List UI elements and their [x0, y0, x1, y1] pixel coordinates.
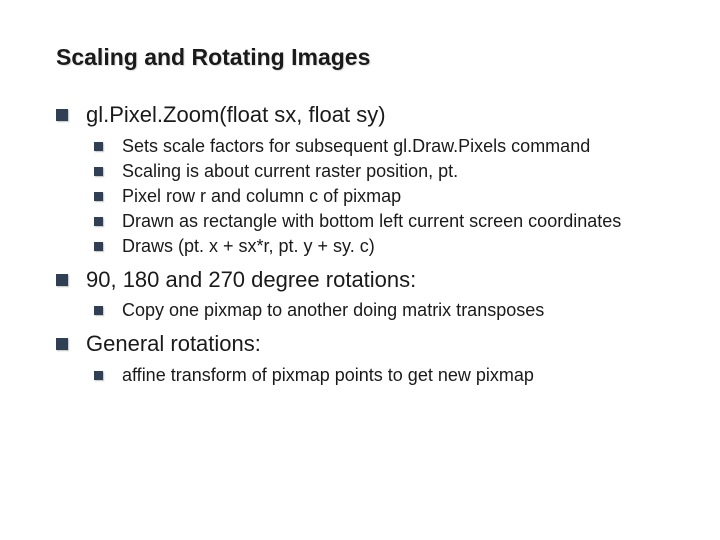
list-item: affine transform of pixmap points to get…: [94, 364, 680, 387]
sub-list: Copy one pixmap to another doing matrix …: [86, 299, 680, 322]
sub-list: Sets scale factors for subsequent gl.Dra…: [86, 135, 680, 258]
list-item-text: Pixel row r and column c of pixmap: [122, 186, 401, 206]
list-item: Copy one pixmap to another doing matrix …: [94, 299, 680, 322]
list-item-text: Scaling is about current raster position…: [122, 161, 458, 181]
list-item-text: gl.Pixel.Zoom(float sx, float sy): [86, 102, 386, 127]
list-item: gl.Pixel.Zoom(float sx, float sy) Sets s…: [56, 101, 680, 258]
list-item-text: Copy one pixmap to another doing matrix …: [122, 300, 544, 320]
list-item: 90, 180 and 270 degree rotations: Copy o…: [56, 266, 680, 323]
sub-list: affine transform of pixmap points to get…: [86, 364, 680, 387]
list-item-text: Drawn as rectangle with bottom left curr…: [122, 211, 621, 231]
list-item-text: General rotations:: [86, 331, 261, 356]
list-item: Drawn as rectangle with bottom left curr…: [94, 210, 680, 233]
list-item: Sets scale factors for subsequent gl.Dra…: [94, 135, 680, 158]
list-item: Scaling is about current raster position…: [94, 160, 680, 183]
list-item: Pixel row r and column c of pixmap: [94, 185, 680, 208]
list-item: General rotations: affine transform of p…: [56, 330, 680, 387]
list-item-text: 90, 180 and 270 degree rotations:: [86, 267, 416, 292]
list-item-text: Sets scale factors for subsequent gl.Dra…: [122, 136, 590, 156]
list-item-text: affine transform of pixmap points to get…: [122, 365, 534, 385]
bullet-list: gl.Pixel.Zoom(float sx, float sy) Sets s…: [56, 101, 680, 387]
slide-title: Scaling and Rotating Images: [56, 44, 680, 71]
slide: Scaling and Rotating Images gl.Pixel.Zoo…: [0, 0, 720, 540]
list-item: Draws (pt. x + sx*r, pt. y + sy. c): [94, 235, 680, 258]
list-item-text: Draws (pt. x + sx*r, pt. y + sy. c): [122, 236, 375, 256]
